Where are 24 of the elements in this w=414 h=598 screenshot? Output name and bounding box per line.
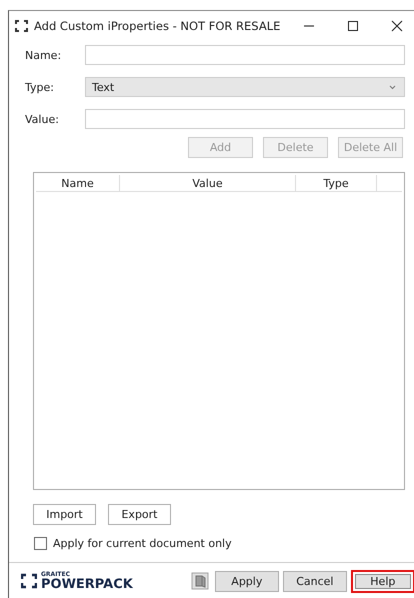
logo-icon — [21, 573, 37, 589]
product-name: POWERPACK — [41, 578, 133, 590]
checkbox[interactable] — [34, 537, 47, 550]
dialog-button[interactable]: Cancel — [282, 570, 347, 592]
input-field[interactable] — [85, 109, 405, 129]
field-label: Value: — [25, 112, 60, 126]
app-logo-icon — [15, 20, 28, 32]
checkbox-label: Apply for current document only — [53, 537, 232, 550]
book-icon[interactable] — [190, 572, 209, 590]
input-field[interactable] — [85, 45, 405, 65]
column-header[interactable]: Value — [120, 175, 296, 191]
chevron-down-icon — [389, 84, 396, 90]
maximize-icon[interactable] — [347, 20, 359, 32]
window-title: Add Custom iProperties - NOT FOR RESALE — [34, 19, 280, 33]
field-label: Name: — [25, 48, 62, 62]
dialog-button[interactable]: Apply — [214, 570, 279, 592]
dialog-button[interactable]: Help — [350, 570, 414, 592]
action-button[interactable]: Export — [108, 504, 171, 525]
column-header[interactable]: Type — [296, 175, 377, 191]
field-label: Type: — [25, 80, 55, 94]
type-dropdown[interactable]: Text — [85, 77, 405, 97]
column-header[interactable]: Name — [36, 175, 120, 191]
close-icon[interactable] — [391, 20, 403, 32]
action-button[interactable]: Import — [33, 504, 96, 525]
